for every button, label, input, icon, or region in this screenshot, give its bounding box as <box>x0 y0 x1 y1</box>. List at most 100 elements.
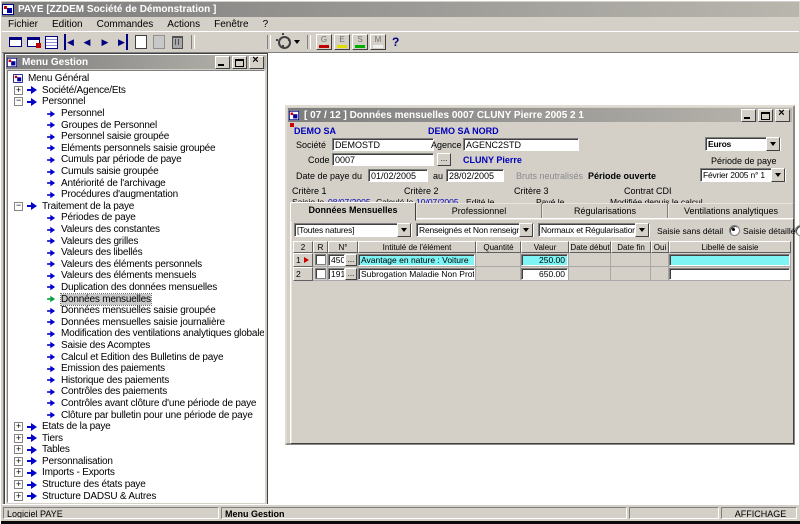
indicator-s-button[interactable]: S <box>352 34 368 50</box>
expand-icon[interactable] <box>14 445 23 454</box>
tree-item[interactable]: Périodes de paye <box>8 212 264 224</box>
tree-item[interactable]: Imports - Exports <box>8 467 264 479</box>
collapse-icon[interactable] <box>14 202 23 211</box>
r-checkbox[interactable] <box>315 254 326 265</box>
indicator-g-button[interactable]: G <box>316 34 332 50</box>
tree-item[interactable]: Société/Agence/Ets <box>8 85 264 97</box>
tree-item[interactable]: Personnalisation <box>8 456 264 468</box>
dropdown-arrow-icon[interactable] <box>397 223 411 237</box>
first-record-icon[interactable]: ◀ <box>60 34 78 50</box>
tree-item[interactable]: Structure des états paye <box>8 479 264 491</box>
tree-item[interactable]: Valeurs des éléments personnels <box>8 259 264 271</box>
expand-icon[interactable] <box>14 86 23 95</box>
date-debut-cell[interactable] <box>569 267 611 281</box>
tree-item[interactable]: Tables <box>8 444 264 456</box>
oui-cell[interactable] <box>651 267 669 281</box>
tree-item[interactable]: Personnel <box>8 108 264 120</box>
code-field[interactable]: 0007 <box>332 153 434 166</box>
expand-icon[interactable] <box>14 468 23 477</box>
tab-ventilations-analytiques[interactable]: Ventilations analytiques <box>668 203 794 219</box>
delete-icon[interactable] <box>168 34 186 50</box>
maximize-button[interactable] <box>758 109 773 122</box>
quantite-cell[interactable] <box>476 267 521 281</box>
new-document-icon[interactable] <box>132 34 150 50</box>
close-button[interactable] <box>249 56 264 69</box>
close-button[interactable] <box>775 109 790 122</box>
app-titlebar[interactable]: PAYE [ZZDEM Société de Démonstration ] <box>2 2 799 17</box>
menu-actions[interactable]: Actions <box>167 19 200 30</box>
tree-item[interactable]: Emission des paiements <box>8 363 264 375</box>
date-fin-field[interactable]: 28/02/2005 <box>446 169 504 182</box>
tree-item[interactable]: Saisie des Acomptes <box>8 340 264 352</box>
menu-edition[interactable]: Edition <box>52 19 83 30</box>
tree-item-selected[interactable]: Données mensuelles <box>8 293 264 305</box>
tree-item[interactable]: Cumuls par période de paye <box>8 154 264 166</box>
tree-item[interactable]: Tiers <box>8 432 264 444</box>
menu-fichier[interactable]: Fichier <box>8 19 38 30</box>
renseignes-filter-combobox[interactable]: Renseignés et Non renseignés <box>416 223 534 237</box>
tree-item[interactable]: Duplication des données mensuelles <box>8 282 264 294</box>
previous-record-icon[interactable]: ◀ <box>78 34 96 50</box>
expand-icon[interactable] <box>14 434 23 443</box>
quantite-cell[interactable] <box>476 253 521 267</box>
tree-item[interactable]: Groupes de Personnel <box>8 119 264 131</box>
tree-item[interactable]: Antériorité de l'archivage <box>8 177 264 189</box>
next-record-icon[interactable]: ▶ <box>96 34 114 50</box>
open-window-icon[interactable] <box>6 34 24 50</box>
minimize-button[interactable] <box>741 109 756 122</box>
normaux-filter-combobox[interactable]: Normaux et Régularisations <box>538 223 650 237</box>
date-fin-cell[interactable] <box>611 253 651 267</box>
tab-regularisations[interactable]: Régularisations <box>542 203 668 219</box>
tree-item[interactable]: Structure DADSU & Autres <box>8 490 264 502</box>
tree-item[interactable]: Etats de la paye <box>8 421 264 433</box>
menu-aide[interactable]: ? <box>263 19 269 30</box>
date-debut-field[interactable]: 01/02/2005 <box>368 169 428 182</box>
tree-item[interactable]: Modification des ventilations analytique… <box>8 328 264 340</box>
last-record-icon[interactable]: ▶ <box>114 34 132 50</box>
currency-combobox[interactable]: Euros <box>705 137 781 151</box>
settings-gear-icon[interactable] <box>276 34 302 50</box>
expand-icon[interactable] <box>14 480 23 489</box>
collapse-icon[interactable] <box>14 97 23 106</box>
expand-icon[interactable] <box>14 422 23 431</box>
minimize-button[interactable] <box>215 56 230 69</box>
nature-filter-combobox[interactable]: [Toutes natures] <box>294 223 412 237</box>
help-icon[interactable]: ? <box>392 35 399 49</box>
dropdown-arrow-icon[interactable] <box>766 137 780 151</box>
tree-item[interactable]: Traitement de la paye <box>8 201 264 213</box>
date-fin-cell[interactable] <box>611 267 651 281</box>
code-browse-button[interactable] <box>437 153 451 166</box>
gestion-titlebar[interactable]: Menu Gestion <box>6 55 266 69</box>
periode-combobox[interactable]: Février 2005 n° 1 <box>700 168 786 182</box>
expand-icon[interactable] <box>14 457 23 466</box>
data-window-titlebar[interactable]: [ 07 / 12 ] Données mensuelles 0007 CLUN… <box>288 108 792 122</box>
tree-item[interactable]: Eléments personnels saisie groupée <box>8 143 264 155</box>
tab-professionnel[interactable]: Professionnel <box>416 203 542 219</box>
open-window-alt-icon[interactable] <box>24 34 42 50</box>
date-debut-cell[interactable] <box>569 253 611 267</box>
tree-item[interactable]: Valeurs des grilles <box>8 235 264 247</box>
maximize-button[interactable] <box>232 56 247 69</box>
oui-cell[interactable] <box>651 253 669 267</box>
societe-field[interactable]: DEMOSTD <box>332 138 434 151</box>
dropdown-arrow-icon[interactable] <box>771 168 785 182</box>
tree-item[interactable]: Contrôles des paiements <box>8 386 264 398</box>
tree-item[interactable]: Valeurs des constantes <box>8 224 264 236</box>
tree-item[interactable]: Données mensuelles saisie journalière <box>8 316 264 328</box>
tree-item[interactable]: Personnel saisie groupée <box>8 131 264 143</box>
dropdown-arrow-icon[interactable] <box>635 223 649 237</box>
tree-item[interactable]: Contrôles avant clôture d'une période de… <box>8 398 264 410</box>
element-browse-button[interactable] <box>345 254 357 266</box>
menu-fenetre[interactable]: Fenêtre <box>214 19 248 30</box>
indicator-e-button[interactable]: E <box>334 34 350 50</box>
tree-item[interactable]: Historique des paiements <box>8 374 264 386</box>
tab-donnees-mensuelles[interactable]: Données Mensuelles <box>290 202 416 221</box>
menu-commandes[interactable]: Commandes <box>97 19 154 30</box>
tree-item[interactable]: Clôture par bulletin pour une période de… <box>8 409 264 421</box>
tree-item[interactable]: Cumuls saisie groupée <box>8 166 264 178</box>
tree-root[interactable]: Menu Général <box>8 73 264 85</box>
element-browse-button[interactable] <box>345 268 357 280</box>
list-icon[interactable] <box>42 34 60 50</box>
tree-item[interactable]: Calcul et Edition des Bulletins de paye <box>8 351 264 363</box>
r-checkbox[interactable] <box>315 268 326 279</box>
